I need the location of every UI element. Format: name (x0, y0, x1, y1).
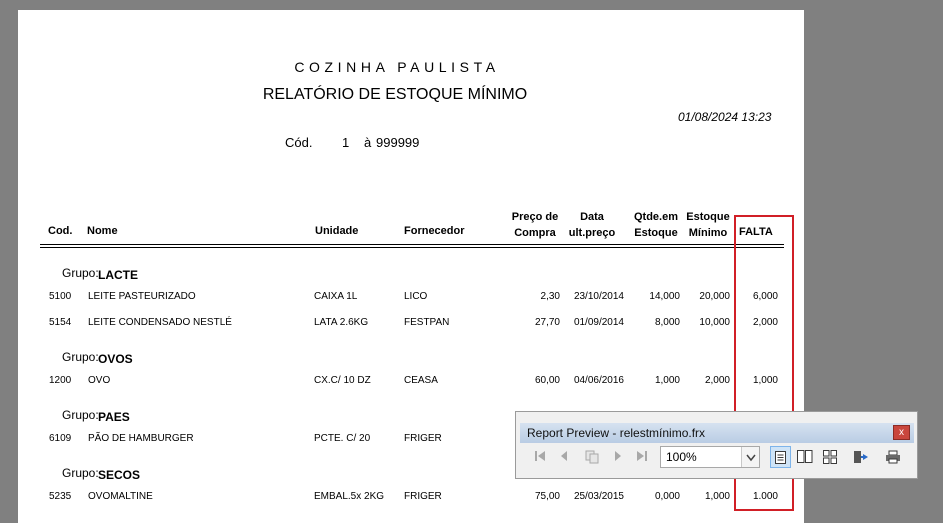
printer-icon (886, 450, 900, 464)
table-row-nome: OVO (88, 375, 111, 386)
report-preview-titlebar[interactable]: Report Preview - relestmínimo.frx x (520, 423, 914, 443)
table-row-fornecedor: CEASA (404, 375, 438, 386)
previous-page-button[interactable] (554, 446, 574, 468)
report-title: RELATÓRIO DE ESTOQUE MÍNIMO (262, 86, 528, 103)
report-preview-title: Report Preview - relestmínimo.frx (527, 426, 706, 440)
company-name: COZINHA PAULISTA (294, 59, 500, 75)
col-header-fornecedor: Fornecedor (404, 225, 465, 237)
table-row-fornecedor: FRIGER (404, 433, 442, 444)
table-row-preco: 75,00 (534, 491, 560, 502)
cod-range-label: Cód. (285, 135, 313, 150)
exit-door-icon (854, 451, 868, 463)
group-label: Grupo: (62, 466, 99, 480)
two-pages-view-button[interactable] (794, 446, 815, 468)
col-header-data: Data ult.preço (568, 211, 616, 239)
table-row-cod: 6109 (49, 433, 72, 444)
last-page-icon (637, 451, 647, 461)
multiple-pages-view-button[interactable] (819, 446, 840, 468)
table-row-nome: LEITE PASTEURIZADO (88, 291, 196, 302)
col-header-cod: Cod. (48, 225, 73, 237)
table-row-cod: 1200 (49, 375, 72, 386)
close-button[interactable]: x (893, 425, 910, 440)
table-row-preco: 27,70 (534, 317, 560, 328)
col-header-unidade: Unidade (315, 225, 359, 237)
chevron-down-icon (745, 454, 756, 462)
table-row-fornecedor: LICO (404, 291, 428, 302)
zoom-dropdown-button[interactable] (741, 447, 759, 467)
group-label: Grupo: (62, 266, 99, 280)
table-row-nome: LEITE CONDENSADO NESTLÉ (88, 317, 232, 328)
table-row-nome: OVOMALTINE (88, 491, 153, 502)
col-header-nome: Nome (87, 225, 118, 237)
cod-range-to: 999999 (376, 135, 420, 150)
table-row-cod: 5100 (49, 291, 72, 302)
table-row-data: 04/06/2016 (573, 375, 624, 386)
table-row-fornecedor: FESTPAN (404, 317, 450, 328)
print-button[interactable] (882, 446, 904, 468)
one-page-view-button[interactable] (770, 446, 791, 468)
report-datetime: 01/08/2024 13:23 (678, 110, 772, 124)
table-row-preco: 2,30 (540, 291, 560, 302)
table-row-data: 23/10/2014 (573, 291, 624, 302)
cod-range-separator: à (364, 135, 372, 150)
pages-icon (585, 450, 599, 464)
table-row-unidade: EMBAL.5x 2KG (314, 491, 385, 502)
table-row-unidade: LATA 2.6KG (314, 317, 369, 328)
zoom-value: 100% (666, 450, 697, 464)
group-label: Grupo: (62, 350, 99, 364)
table-row-preco: 60,00 (534, 375, 560, 386)
zoom-select[interactable]: 100% (660, 446, 760, 468)
two-pages-icon (796, 450, 812, 463)
previous-page-icon (561, 451, 567, 461)
first-page-button[interactable] (530, 446, 550, 468)
grid-icon (822, 450, 837, 464)
table-row-data: 25/03/2015 (573, 491, 624, 502)
col-header-qtde: Qtde.em Estoque (633, 211, 678, 239)
cod-range-from: 1 (342, 135, 350, 150)
table-row-cod: 5235 (49, 491, 72, 502)
table-row-unidade: CX.C/ 10 DZ (314, 375, 371, 386)
table-row-unidade: CAIXA 1L (314, 291, 358, 302)
group-name: LACTE (98, 268, 138, 282)
table-row-data: 01/09/2014 (573, 317, 624, 328)
table-row-nome: PÃO DE HAMBURGER (88, 433, 194, 444)
col-header-estoque-minimo: Estoque Mínimo (686, 211, 730, 239)
col-header-preco: Preço de Compra (511, 211, 559, 239)
header-rule-top (40, 244, 784, 245)
last-page-button[interactable] (632, 446, 652, 468)
next-page-icon (615, 451, 621, 461)
first-page-icon (535, 451, 545, 461)
group-name: OVOS (98, 352, 133, 366)
group-label: Grupo: (62, 408, 99, 422)
table-row-cod: 5154 (49, 317, 72, 328)
table-row-fornecedor: FRIGER (404, 491, 442, 502)
single-page-icon (775, 451, 786, 464)
report-preview-window[interactable]: Report Preview - relestmínimo.frx x 100% (515, 411, 918, 479)
group-name: PAES (98, 410, 130, 424)
group-name: SECOS (98, 468, 141, 482)
table-row-unidade: PCTE. C/ 20 (314, 433, 371, 444)
exit-preview-button[interactable] (850, 446, 872, 468)
go-to-page-button[interactable] (580, 446, 604, 468)
header-rule-bottom (40, 247, 784, 248)
next-page-button[interactable] (608, 446, 628, 468)
